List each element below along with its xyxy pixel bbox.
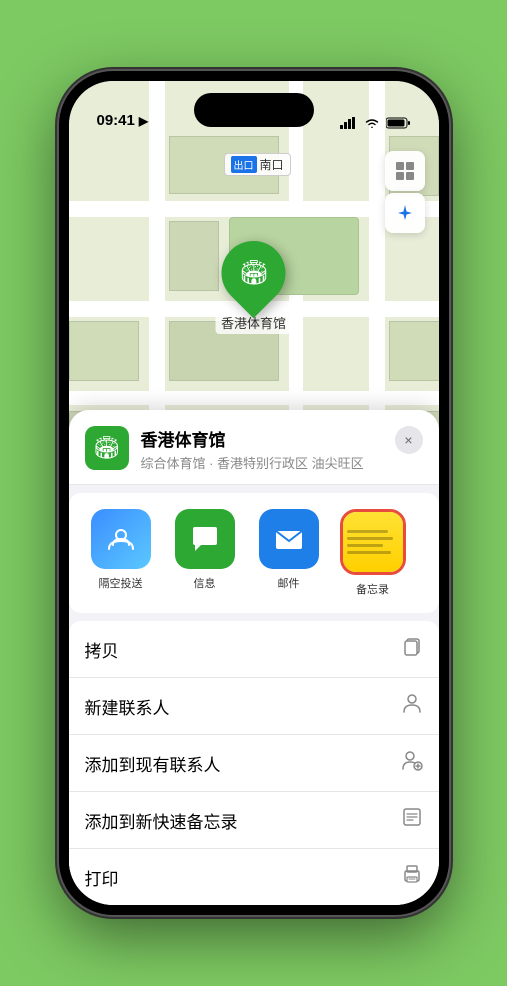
quick-note-icon [401,806,423,834]
map-controls [385,151,425,233]
action-new-contact[interactable]: 新建联系人 [69,678,439,735]
exit-badge: 出口 [231,156,257,173]
new-contact-label: 新建联系人 [85,694,170,719]
notes-icon-box [343,512,403,572]
share-item-notes[interactable]: 备忘录 [337,509,409,597]
phone-frame: 09:41 ▶ [59,71,449,915]
action-copy[interactable]: 拷贝 [69,621,439,678]
person-add-svg-icon [401,749,423,771]
copy-label: 拷贝 [85,637,119,662]
signal-icon [340,117,358,129]
airdrop-icon-box [91,509,151,569]
message-icon [189,523,221,555]
quick-note-label: 添加到新快速备忘录 [85,808,238,833]
bottom-sheet: 🏟 香港体育馆 综合体育馆 · 香港特别行政区 油尖旺区 × [69,410,439,905]
status-time: 09:41 ▶ [97,112,149,129]
share-icons-scroll: 隔空投送 信息 [85,509,423,597]
map-type-button[interactable] [385,151,425,191]
share-item-more[interactable]: 提 [421,509,423,597]
action-quick-note[interactable]: 添加到新快速备忘录 [69,792,439,849]
mail-label: 邮件 [278,575,300,591]
venue-info: 香港体育馆 综合体育馆 · 香港特别行政区 油尖旺区 [141,426,383,472]
map-exit-label: 出口 南口 [224,153,291,176]
venue-header: 🏟 香港体育馆 综合体育馆 · 香港特别行政区 油尖旺区 × [69,410,439,485]
action-add-contact[interactable]: 添加到现有联系人 [69,735,439,792]
new-contact-icon [401,692,423,720]
battery-icon [386,117,411,129]
stadium-icon: 🏟 [238,259,268,288]
message-icon-box [175,509,235,569]
notes-highlight-border [340,509,406,575]
notes-lines [343,524,403,560]
message-label: 信息 [194,575,216,591]
add-contact-icon [401,749,423,777]
print-icon [401,863,423,891]
action-list: 拷贝 新建联系人 [69,621,439,905]
dynamic-island [194,93,314,127]
print-svg-icon [401,863,423,885]
location-icon: ▶ [139,114,148,128]
airdrop-icon [105,523,137,555]
location-pin: 🏟 香港体育馆 [215,241,292,334]
map-type-icon [394,160,416,182]
phone-screen: 09:41 ▶ [69,81,439,905]
share-row: 隔空投送 信息 [69,493,439,613]
share-item-message[interactable]: 信息 [169,509,241,597]
copy-svg-icon [401,635,423,657]
time-label: 09:41 [97,112,135,129]
compass-icon [395,203,415,223]
note-svg-icon [401,806,423,828]
venue-subtitle: 综合体育馆 · 香港特别行政区 油尖旺区 [141,453,383,472]
share-item-mail[interactable]: 邮件 [253,509,325,597]
mail-icon-box [259,509,319,569]
venue-icon: 🏟 [85,426,129,470]
exit-name: 南口 [260,156,284,173]
share-item-airdrop[interactable]: 隔空投送 [85,509,157,597]
pin-marker: 🏟 [208,228,299,319]
close-icon: × [404,432,412,448]
location-button[interactable] [385,193,425,233]
print-label: 打印 [85,865,119,890]
status-icons [340,117,411,129]
close-button[interactable]: × [395,426,423,454]
copy-icon [401,635,423,663]
airdrop-label: 隔空投送 [99,575,143,591]
wifi-icon [364,117,380,129]
notes-label: 备忘录 [356,581,389,597]
venue-name: 香港体育馆 [141,426,383,451]
mail-icon [273,523,305,555]
person-svg-icon [401,692,423,714]
add-contact-label: 添加到现有联系人 [85,751,221,776]
action-print[interactable]: 打印 [69,849,439,905]
